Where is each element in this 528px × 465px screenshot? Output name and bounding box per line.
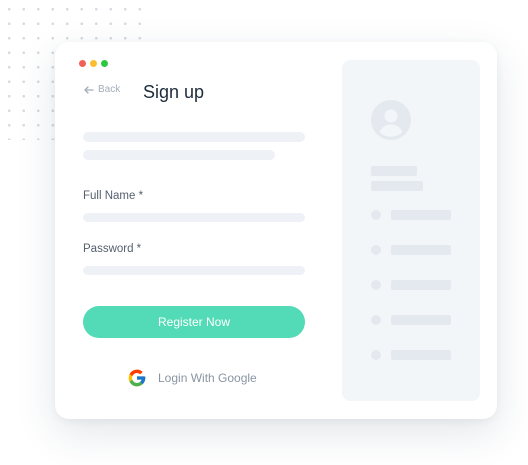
maximize-window-dot[interactable] bbox=[101, 60, 108, 67]
profile-preview-panel bbox=[342, 60, 480, 401]
list-item-placeholder bbox=[391, 245, 451, 255]
list-bullet bbox=[371, 245, 381, 255]
window-controls bbox=[79, 60, 108, 67]
list-bullet bbox=[371, 210, 381, 220]
password-field[interactable] bbox=[83, 266, 305, 275]
google-logo-icon bbox=[128, 369, 146, 387]
back-link[interactable]: Back bbox=[84, 84, 120, 95]
list-item-placeholder bbox=[391, 210, 451, 220]
stage: Back Sign up Full Name * Password * Regi… bbox=[0, 0, 528, 465]
list-item-placeholder bbox=[391, 280, 451, 290]
back-label: Back bbox=[98, 84, 121, 95]
list-bullet bbox=[371, 350, 381, 360]
list-bullet bbox=[371, 315, 381, 325]
description-placeholder-line-1 bbox=[83, 132, 305, 142]
arrow-left-icon bbox=[84, 85, 94, 94]
description-placeholder-line-2 bbox=[83, 150, 275, 160]
page-title: Sign up bbox=[143, 82, 205, 102]
profile-subtitle-placeholder bbox=[371, 181, 423, 191]
signup-window: Back Sign up Full Name * Password * Regi… bbox=[55, 42, 497, 419]
user-avatar-icon bbox=[371, 100, 411, 140]
profile-name-placeholder bbox=[371, 166, 417, 176]
list-bullet bbox=[371, 280, 381, 290]
full-name-label: Full Name * bbox=[83, 190, 144, 202]
full-name-field[interactable] bbox=[83, 213, 305, 222]
login-with-google-button[interactable]: Login With Google bbox=[127, 368, 257, 388]
close-window-dot[interactable] bbox=[79, 60, 86, 67]
list-item-placeholder bbox=[391, 350, 451, 360]
list-item-placeholder bbox=[391, 315, 451, 325]
google-login-label: Login With Google bbox=[158, 371, 257, 385]
password-label: Password * bbox=[83, 243, 142, 255]
minimize-window-dot[interactable] bbox=[90, 60, 97, 67]
register-now-button[interactable]: Register Now bbox=[83, 306, 305, 338]
